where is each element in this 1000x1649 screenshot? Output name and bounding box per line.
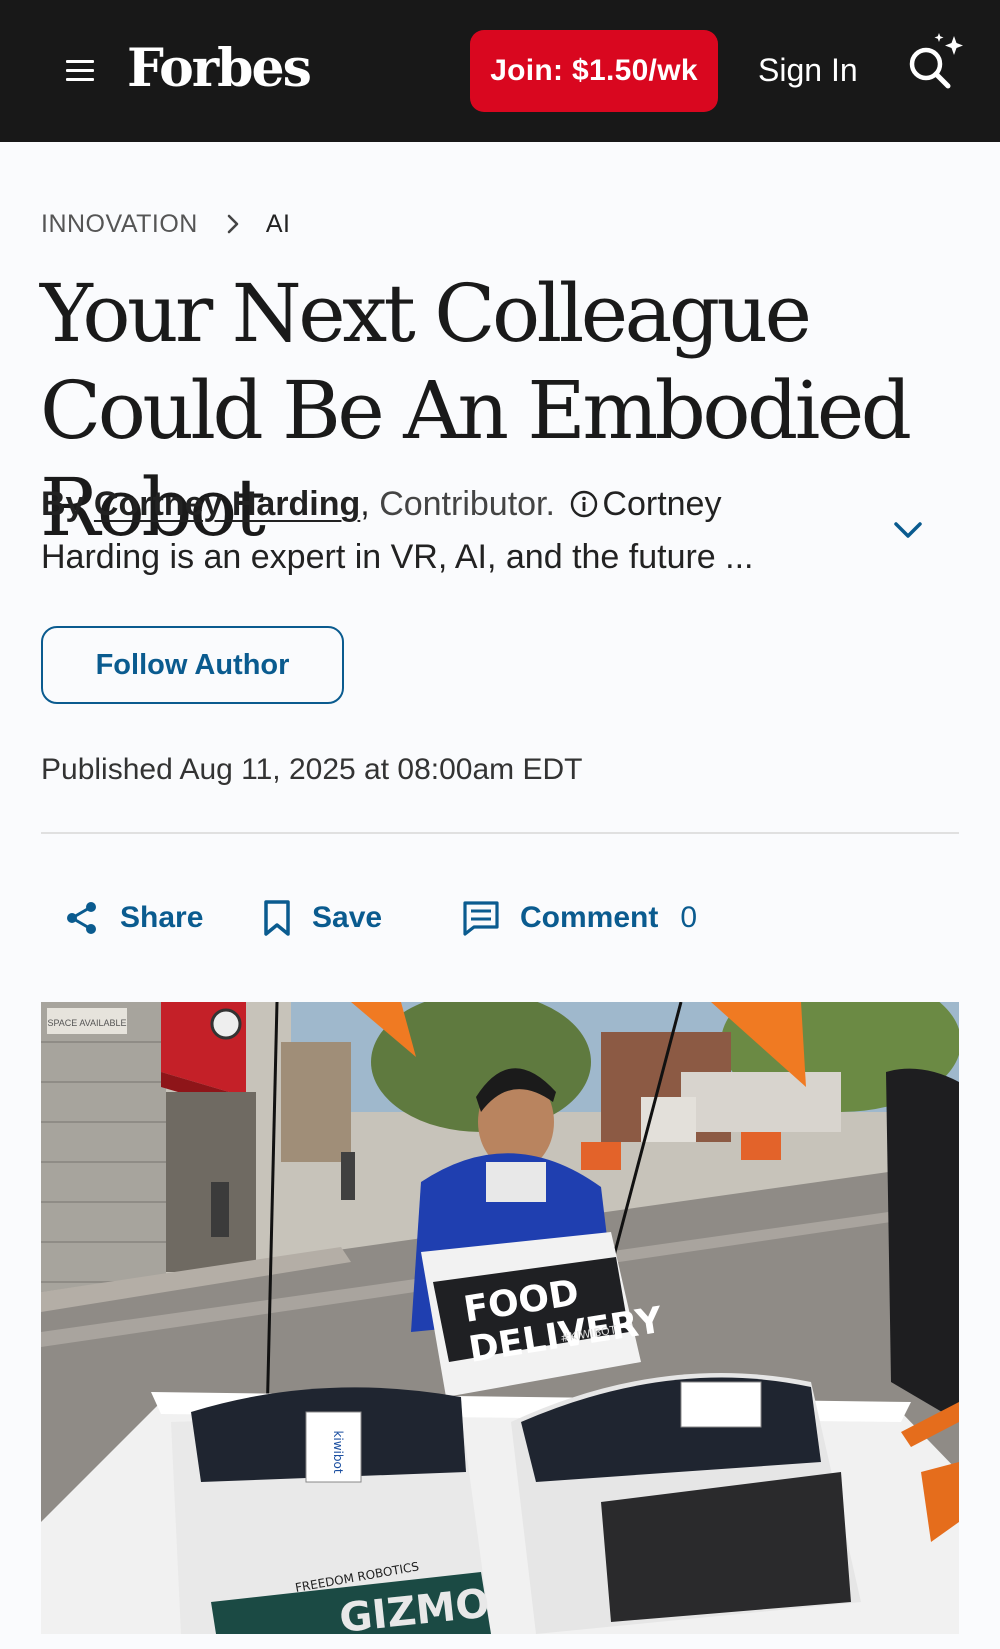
published-date: Published Aug 11, 2025 at 08:00am EDT xyxy=(41,753,583,786)
forbes-logo[interactable]: Forbes xyxy=(127,34,312,104)
comment-count: 0 xyxy=(680,901,698,934)
save-button[interactable]: Save xyxy=(262,896,382,940)
hero-photo: SPACE AVAILABLE FOOD DELIVERY #KIWIBOT k… xyxy=(41,1002,959,1634)
save-label: Save xyxy=(312,901,383,934)
byline-by-label: By xyxy=(41,485,85,523)
byline-separator: , xyxy=(360,485,370,523)
share-label: Share xyxy=(120,901,204,934)
bookmark-icon xyxy=(264,900,290,936)
join-subscription-button[interactable]: Join: $1.50/wk xyxy=(470,30,718,112)
share-icon xyxy=(67,902,96,934)
author-name-link[interactable]: Cortney Harding xyxy=(94,485,360,523)
chevron-down-icon[interactable] xyxy=(890,512,926,548)
store-sign-text: SPACE AVAILABLE xyxy=(47,1018,126,1028)
divider xyxy=(41,832,959,834)
hamburger-menu-icon[interactable] xyxy=(66,58,96,82)
sign-in-link[interactable]: Sign In xyxy=(758,48,858,92)
article-hero-image[interactable]: SPACE AVAILABLE FOOD DELIVERY #KIWIBOT k… xyxy=(41,1002,959,1634)
follow-author-button[interactable]: Follow Author xyxy=(41,626,344,704)
breadcrumb: INNOVATION AI xyxy=(41,206,290,242)
ai-search-icon[interactable] xyxy=(902,30,970,98)
comment-label: Comment xyxy=(520,901,659,934)
breadcrumb-innovation-link[interactable]: INNOVATION xyxy=(41,210,198,239)
breadcrumb-ai-link[interactable]: AI xyxy=(266,210,291,239)
comment-button[interactable]: Comment 0 xyxy=(462,896,697,940)
box-brand-text: kiwibot xyxy=(331,1430,345,1473)
info-icon[interactable] xyxy=(570,490,598,518)
article-byline: By Cortney Harding, Contributor. Cortney… xyxy=(41,478,841,584)
comment-icon xyxy=(463,901,499,936)
share-button[interactable]: Share xyxy=(64,896,203,940)
author-role: Contributor. xyxy=(379,485,555,523)
top-navigation-bar: Forbes Join: $1.50/wk Sign In xyxy=(0,0,1000,142)
chevron-right-icon xyxy=(227,214,239,234)
